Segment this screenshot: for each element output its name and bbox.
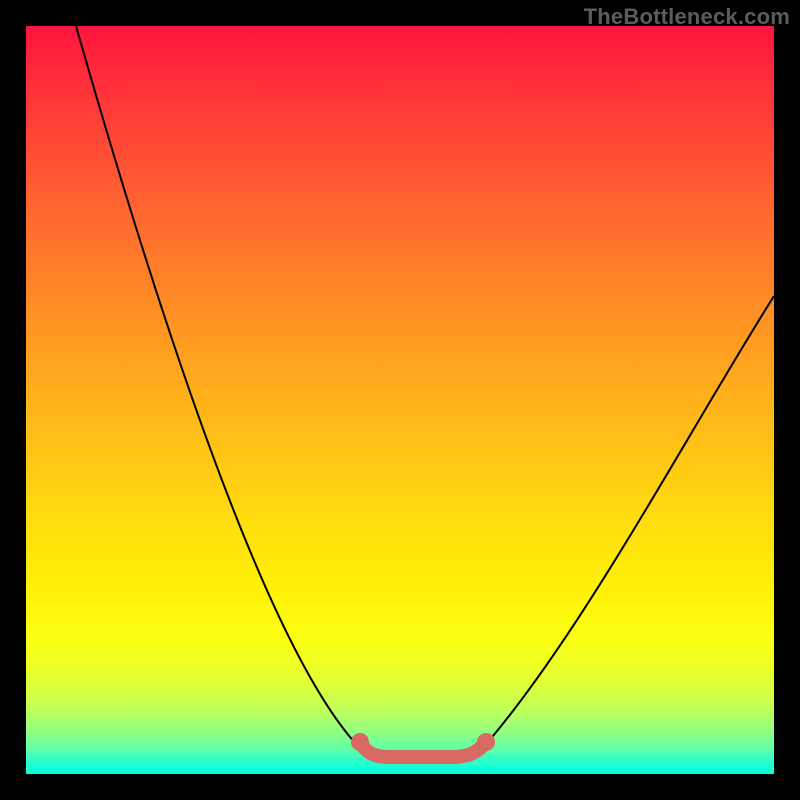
chart-svg <box>26 26 774 774</box>
highlight-dot-left <box>351 733 369 751</box>
bottom-highlight <box>360 742 486 757</box>
watermark-label: TheBottleneck.com <box>584 4 790 30</box>
highlight-dot-right <box>477 733 495 751</box>
main-curve <box>76 26 774 758</box>
plot-area <box>26 26 774 774</box>
chart-frame: TheBottleneck.com <box>0 0 800 800</box>
